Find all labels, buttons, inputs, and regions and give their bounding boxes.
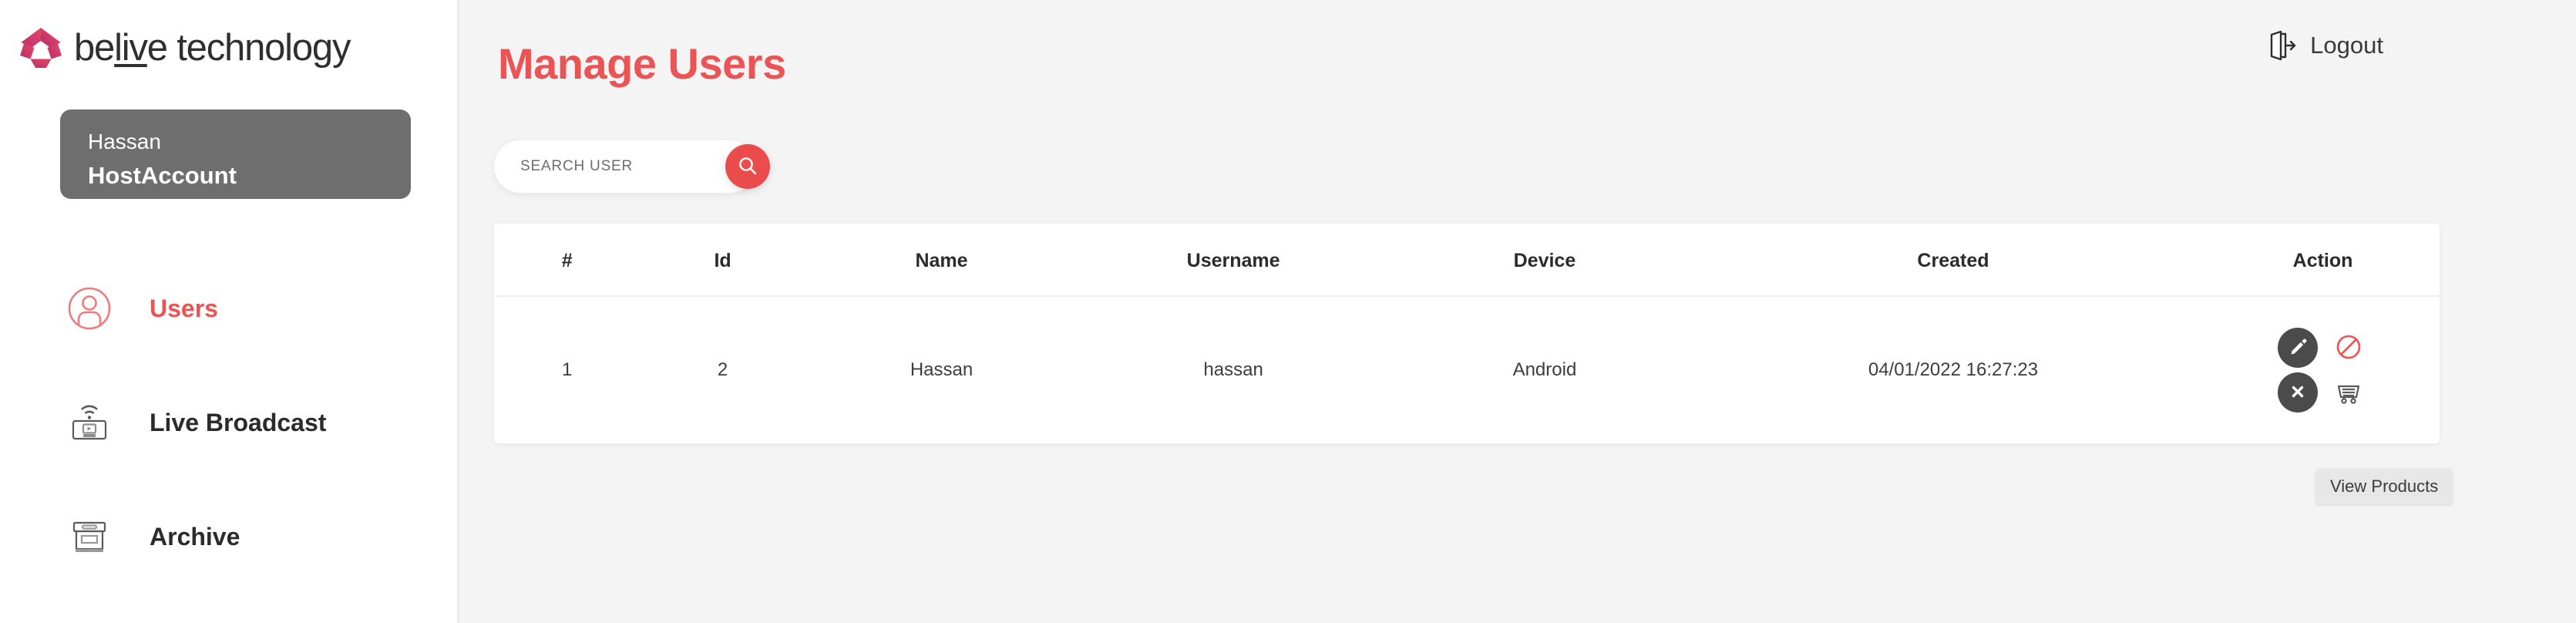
search-icon [736, 154, 759, 180]
column-header-action: Action [2206, 224, 2440, 297]
cell-id: 2 [717, 359, 728, 380]
search-input[interactable] [494, 140, 756, 193]
edit-button[interactable] [2277, 328, 2318, 368]
logout-label: Logout [2310, 32, 2383, 59]
main-content: Logout Manage Users # Id [459, 0, 2576, 623]
table-header-row: # Id Name Username Device Created Action [494, 224, 2440, 297]
shopping-cart-icon [2332, 375, 2366, 411]
sidebar-item-live-broadcast[interactable]: Live Broadcast [0, 365, 457, 480]
column-header-name: Name [805, 224, 1078, 297]
user-circle-icon [66, 285, 113, 332]
sidebar-item-users[interactable]: Users [0, 251, 457, 365]
row-action-group [2206, 328, 2440, 413]
block-button[interactable] [2329, 328, 2369, 368]
cell-device: Android [1512, 359, 1577, 380]
cell-name: Hassan [910, 359, 974, 380]
users-table: # Id Name Username Device Created Action… [494, 224, 2440, 443]
delete-button[interactable] [2277, 372, 2318, 413]
sidebar-item-archive[interactable]: Archive [0, 480, 457, 594]
logout-door-arrow-icon [2262, 28, 2298, 63]
sidebar-nav: Users Live Broadcast Archive [0, 251, 457, 594]
cell-index: 1 [561, 359, 573, 380]
table-head: # Id Name Username Device Created Action [494, 224, 2440, 297]
account-card: Hassan HostAccount [60, 109, 411, 199]
table-row: 1 2 Hassan hassan Android 04/01/2022 16:… [494, 296, 2440, 443]
sidebar-item-label: Users [150, 294, 218, 322]
table-body: 1 2 Hassan hassan Android 04/01/2022 16:… [494, 296, 2440, 443]
archive-box-icon [66, 514, 113, 560]
brand-logo[interactable]: belive technology [0, 0, 457, 74]
account-name: Hassan [88, 130, 161, 153]
pentagon-star-logo-icon [17, 24, 65, 72]
app-root: belive technology Hassan HostAccount Use… [0, 0, 2576, 623]
cell-created: 04/01/2022 16:27:23 [1868, 359, 2039, 380]
column-header-created: Created [1700, 224, 2207, 297]
logout-button[interactable]: Logout [2262, 28, 2383, 63]
view-products-button[interactable] [2329, 372, 2369, 413]
cell-username: hassan [1203, 359, 1263, 380]
sidebar-item-label: Archive [150, 522, 240, 551]
sidebar: belive technology Hassan HostAccount Use… [0, 0, 459, 623]
page-title: Manage Users [498, 39, 786, 88]
search-button[interactable] [725, 144, 770, 189]
view-products-tooltip: View Products [2316, 469, 2453, 504]
cell-actions [2206, 296, 2440, 443]
live-broadcast-icon [66, 399, 113, 446]
close-x-icon [2288, 382, 2308, 404]
column-header-id: Id [640, 224, 805, 297]
pencil-icon [2288, 337, 2308, 359]
column-header-index: # [494, 224, 641, 297]
brand-name: belive technology [74, 27, 351, 69]
sidebar-item-label: Live Broadcast [150, 408, 327, 436]
account-role: HostAccount [88, 162, 237, 189]
column-header-device: Device [1389, 224, 1700, 297]
search-bar [494, 140, 795, 204]
ban-icon [2332, 330, 2366, 366]
column-header-username: Username [1078, 224, 1390, 297]
users-table-card: # Id Name Username Device Created Action… [494, 224, 2440, 443]
